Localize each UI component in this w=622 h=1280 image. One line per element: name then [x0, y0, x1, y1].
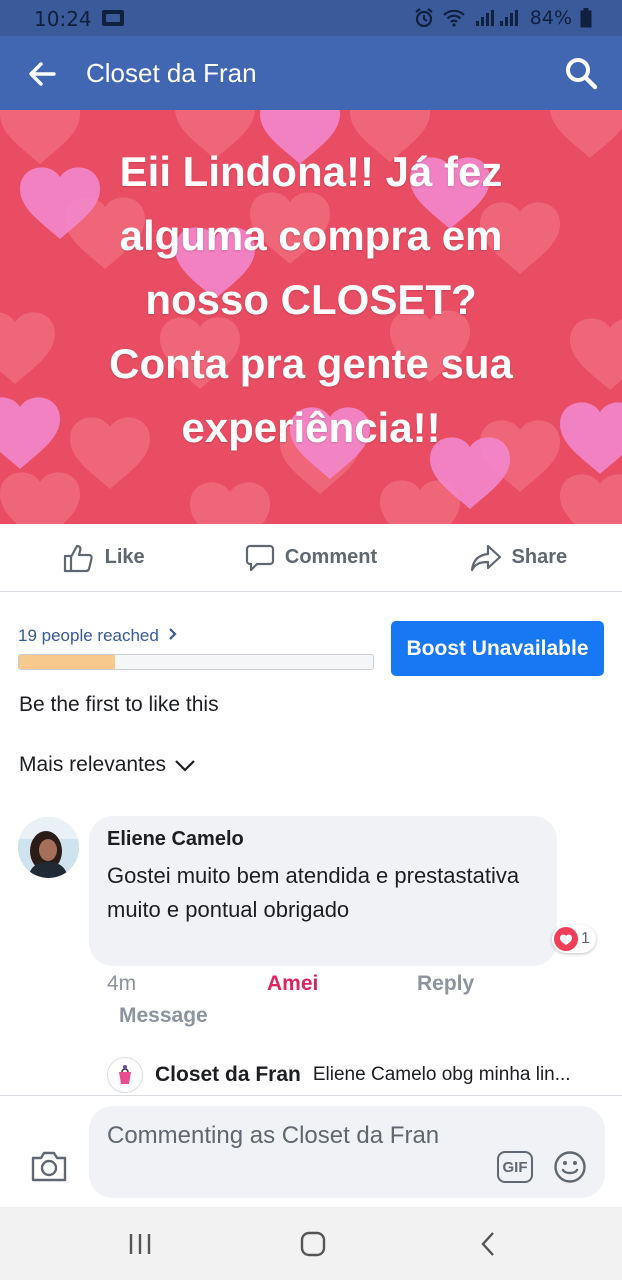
- like-button[interactable]: Like: [0, 524, 207, 591]
- app-header: Closet da Fran: [0, 36, 622, 110]
- chevron-right-icon: [168, 628, 177, 640]
- avatar-photo: [18, 817, 79, 878]
- comment-bubble-icon: [245, 544, 274, 571]
- reach-progress-bar: [18, 654, 374, 670]
- reaction-count: 1: [581, 930, 590, 947]
- status-icons: 84%: [414, 7, 592, 29]
- post-background: Eii Lindona!! Já fez alguma compra em no…: [0, 110, 622, 524]
- sort-label: Mais relevantes: [19, 753, 167, 776]
- search-icon[interactable]: [564, 56, 598, 90]
- wifi-icon: [442, 9, 465, 27]
- closet-logo-icon: [119, 1065, 131, 1084]
- comment-composer: Commenting as Closet da Fran GIF: [0, 1095, 622, 1207]
- comment-reply-button[interactable]: Reply: [417, 972, 474, 996]
- reach-progress-fill: [19, 655, 115, 669]
- love-reaction-icon: [554, 927, 578, 951]
- people-reached-link[interactable]: 19 people reached: [18, 626, 178, 646]
- system-nav-bar: [0, 1207, 622, 1280]
- reply-preview[interactable]: Closet da Fran Eliene Camelo obg minha l…: [107, 1057, 607, 1093]
- alarm-icon: [415, 8, 433, 28]
- reply-author: Closet da Fran: [155, 1063, 301, 1086]
- likes-summary: Be the first to like this: [19, 693, 219, 716]
- people-reached-text: 19 people reached: [18, 626, 159, 645]
- battery-icon: [580, 8, 592, 28]
- sim-icon: [102, 10, 124, 26]
- comment-input-placeholder: Commenting as Closet da Fran: [107, 1122, 440, 1149]
- status-bar: 10:24 84%: [0, 0, 622, 36]
- comment-button[interactable]: Comment: [207, 524, 414, 591]
- post-actions: Like Comment Share: [0, 524, 622, 592]
- battery-percent: 84%: [529, 7, 572, 29]
- page-title: Closet da Fran: [86, 58, 257, 88]
- reaction-badge[interactable]: 1: [552, 925, 596, 953]
- page-avatar: [107, 1057, 143, 1093]
- gif-button[interactable]: GIF: [497, 1151, 533, 1183]
- comment-time: 4m: [107, 972, 137, 995]
- boost-button[interactable]: Boost Unavailable: [391, 621, 604, 676]
- commenter-avatar[interactable]: [18, 817, 79, 878]
- comment-sort-dropdown[interactable]: Mais relevantes: [19, 753, 196, 777]
- thumbs-up-icon: [63, 544, 93, 572]
- back-nav-icon[interactable]: [474, 1229, 504, 1259]
- status-time: 10:24: [34, 7, 92, 31]
- home-icon[interactable]: [298, 1229, 328, 1259]
- comment-reacted-button[interactable]: Amei: [267, 972, 318, 996]
- comment-label: Comment: [284, 546, 378, 568]
- chevron-down-icon: [175, 760, 195, 772]
- comment-message-button[interactable]: Message: [119, 1004, 208, 1028]
- post-text: Eii Lindona!! Já fez alguma compra em no…: [109, 148, 513, 451]
- emoji-icon[interactable]: [553, 1150, 587, 1184]
- comment-bubble[interactable]: Eliene Camelo Gostei muito bem atendida …: [89, 816, 557, 966]
- signal-icon: [475, 10, 518, 26]
- reply-text: Eliene Camelo obg minha lin...: [312, 1064, 571, 1085]
- comment-text: Gostei muito bem atendida e prestastativ…: [107, 863, 520, 922]
- recent-apps-icon[interactable]: [125, 1229, 155, 1259]
- like-label: Like: [104, 546, 145, 568]
- share-button[interactable]: Share: [415, 524, 622, 591]
- share-label: Share: [511, 546, 568, 568]
- camera-icon[interactable]: [30, 1149, 68, 1183]
- comment-author[interactable]: Eliene Camelo: [107, 828, 539, 851]
- back-arrow-icon[interactable]: [26, 58, 58, 90]
- share-arrow-icon: [470, 544, 501, 571]
